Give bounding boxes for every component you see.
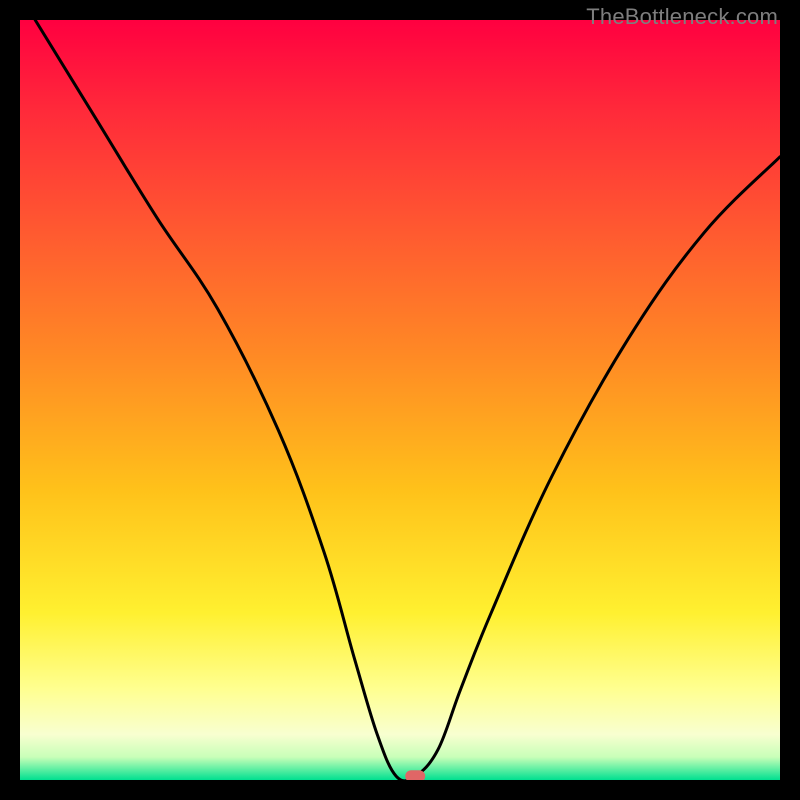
gradient-background <box>20 20 780 780</box>
optimum-marker <box>405 770 425 780</box>
chart-frame: TheBottleneck.com <box>0 0 800 800</box>
watermark-text: TheBottleneck.com <box>586 4 778 30</box>
plot-area <box>20 20 780 780</box>
bottleneck-chart-svg <box>20 20 780 780</box>
